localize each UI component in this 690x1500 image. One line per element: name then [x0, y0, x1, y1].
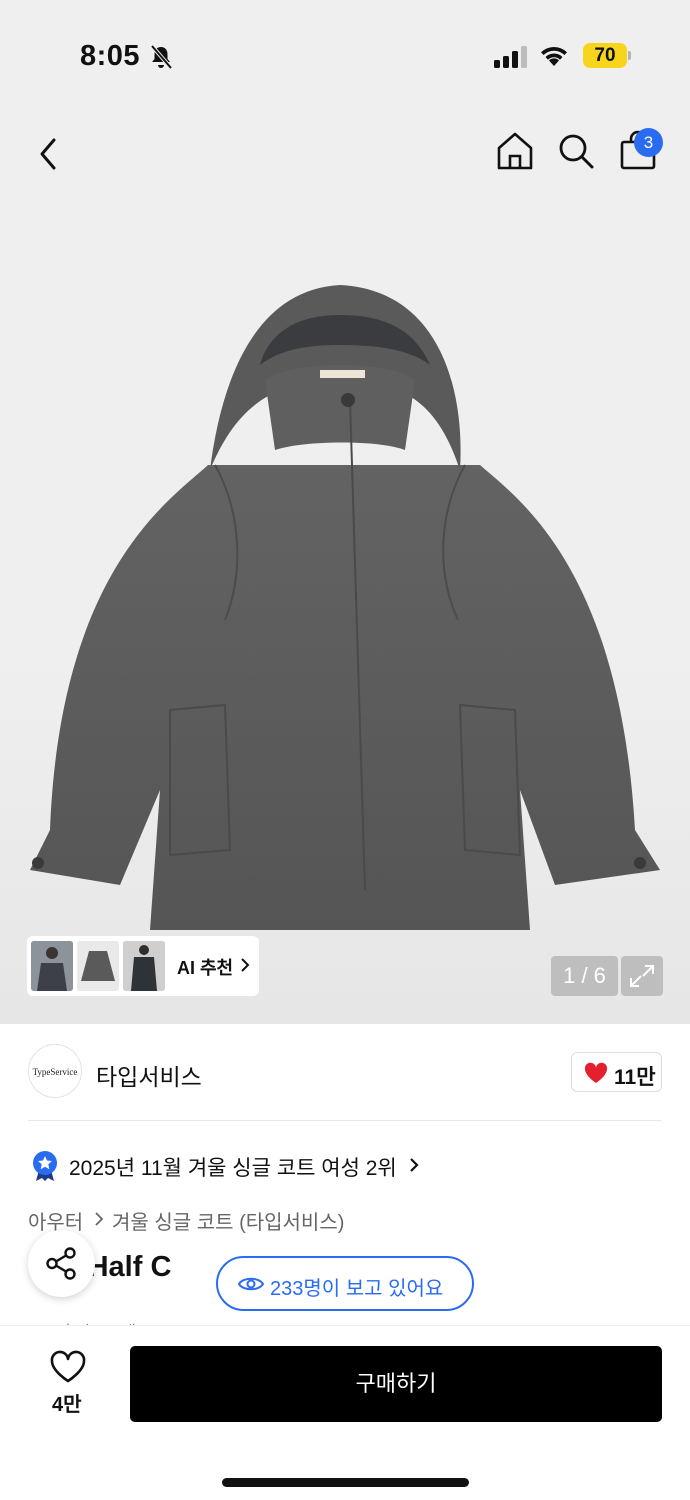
expand-icon	[630, 965, 654, 987]
bottom-action-bar: 4만 구매하기	[0, 1325, 690, 1500]
recommend-thumbnail[interactable]	[123, 941, 165, 991]
recommend-thumbnail[interactable]	[31, 941, 73, 991]
image-pager: 1 / 6	[551, 956, 618, 996]
search-icon[interactable]	[556, 130, 596, 172]
cart-count-badge: 3	[634, 128, 663, 157]
buy-button[interactable]: 구매하기	[130, 1346, 662, 1422]
product-gallery[interactable]: AI 추천 1 / 6	[0, 110, 690, 1024]
viewers-text: 233명이 보고 있어요	[270, 1278, 444, 1300]
expand-button[interactable]	[621, 956, 663, 996]
brand-name[interactable]: 타입서비스	[96, 1058, 202, 1092]
viewers-pill: 233명이 보고 있어요	[216, 1256, 474, 1311]
heart-filled-icon	[584, 1062, 608, 1083]
brand-logo[interactable]: TypeService	[28, 1044, 82, 1098]
wifi-icon	[541, 46, 567, 66]
chevron-right-icon[interactable]	[408, 1156, 420, 1174]
status-bar: 8:05 70	[0, 0, 690, 110]
eye-icon	[238, 1277, 264, 1291]
divider	[28, 1120, 662, 1121]
recommend-thumbnail[interactable]	[77, 941, 119, 991]
brand-like-count: 11만	[614, 1066, 656, 1089]
product-image	[30, 285, 660, 930]
home-indicator	[222, 1478, 469, 1487]
chevron-right-icon	[95, 1212, 104, 1226]
bell-muted-icon	[150, 44, 173, 70]
share-icon	[46, 1247, 76, 1280]
ai-recommend-label[interactable]: AI 추천	[177, 954, 233, 980]
battery-indicator: 70	[583, 43, 627, 68]
brand-like-button[interactable]: 11만	[571, 1052, 662, 1092]
wishlist-count: 4만	[52, 1394, 82, 1416]
status-time: 8:05	[80, 40, 141, 72]
home-icon[interactable]	[495, 130, 535, 172]
heart-outline-icon	[50, 1350, 86, 1383]
ranking-badge-icon	[33, 1151, 57, 1181]
battery-cap	[628, 51, 631, 60]
share-button[interactable]	[28, 1230, 95, 1297]
ranking-text[interactable]: 2025년 11월 겨울 싱글 코트 여성 2위	[69, 1152, 397, 1182]
breadcrumb-subcategory[interactable]: 겨울 싱글 코트 (타입서비스)	[112, 1206, 344, 1235]
ai-recommend-strip[interactable]: AI 추천	[27, 936, 259, 996]
cellular-signal-icon	[494, 46, 527, 68]
back-icon[interactable]	[30, 132, 66, 176]
chevron-right-icon	[241, 958, 250, 972]
